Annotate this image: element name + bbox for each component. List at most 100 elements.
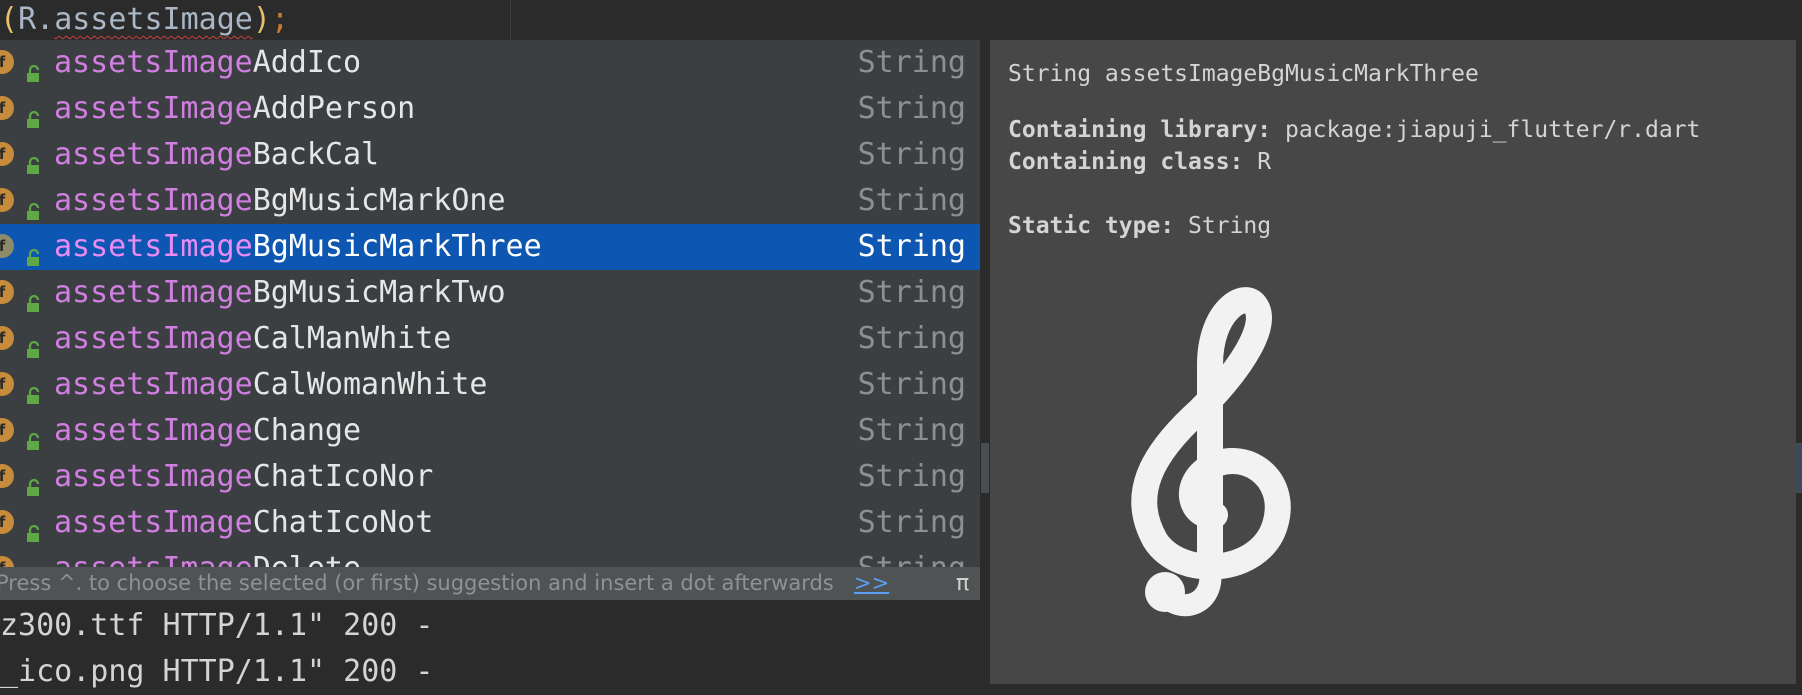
field-icon: f: [0, 464, 14, 488]
completion-item-type: String: [857, 321, 966, 356]
completion-match-part: assetsImage: [54, 459, 253, 494]
completion-item[interactable]: f assetsImageAddPerson String: [0, 86, 980, 132]
documentation-popup: String assetsImageBgMusicMarkThree Conta…: [990, 40, 1796, 684]
completion-item[interactable]: f assetsImageChatIcoNot String: [0, 500, 980, 546]
completion-match-part: assetsImage: [54, 45, 253, 80]
completion-item-type: String: [857, 413, 966, 448]
completion-item-label: assetsImageAddPerson: [54, 86, 415, 132]
completion-rest-part: BgMusicMarkThree: [252, 229, 542, 264]
public-visibility-icon: [24, 190, 44, 220]
doc-static-type-value: String: [1188, 213, 1272, 239]
completion-item-type: String: [858, 546, 966, 567]
completion-item-type: String: [857, 367, 966, 402]
doc-library-value: package:jiapuji_flutter/r.dart: [1284, 117, 1701, 143]
dot: .: [36, 2, 55, 37]
public-visibility-icon: [24, 558, 44, 567]
field-icon: f: [0, 326, 14, 350]
doc-class-value: R: [1257, 149, 1272, 175]
public-visibility-icon: [24, 236, 44, 266]
field-icon: f: [0, 96, 14, 120]
completion-match-part: assetsImage: [54, 229, 253, 264]
field-icon: f: [0, 234, 14, 258]
completion-item-type: String: [857, 505, 966, 540]
completion-item-label: assetsImageChange: [54, 408, 361, 454]
completion-item-label: assetsImageCalWomanWhite: [54, 362, 488, 408]
doc-library-label: Containing library:: [1008, 117, 1272, 143]
completion-match-part: assetsImage: [54, 505, 253, 540]
doc-static-type-label: Static type:: [1008, 213, 1175, 239]
completion-list[interactable]: f assetsImageAddIco String f assetsImageAddP…: [0, 40, 980, 567]
field-icon: f: [0, 418, 14, 442]
completion-item-label: assetsImageBackCal: [54, 132, 379, 178]
public-visibility-icon: [24, 374, 44, 404]
completion-item[interactable]: f assetsImageBackCal String: [0, 132, 980, 178]
completion-rest-part: Change: [252, 413, 362, 448]
field-icon: f: [0, 556, 14, 567]
public-visibility-icon: [24, 328, 44, 358]
completion-rest-part: AddIco: [252, 45, 362, 80]
public-visibility-icon: [24, 52, 44, 82]
treble-clef-icon: [1131, 287, 1291, 617]
completion-match-part: assetsImage: [54, 413, 253, 448]
doc-static-type: Static type: String: [1008, 210, 1271, 242]
completion-rest-part: AddPerson: [252, 91, 416, 126]
completion-match-part: assetsImage: [54, 551, 253, 567]
completion-rest-part: ChatIcoNor: [252, 459, 434, 494]
completion-item[interactable]: f assetsImageBgMusicMarkTwo String: [0, 270, 980, 316]
console-line-2: _ico.png HTTP/1.1" 200 -: [0, 654, 434, 689]
right-margin-guide: [510, 0, 511, 40]
completion-popup[interactable]: f assetsImageAddIco String f assetsImageAddP…: [0, 40, 980, 600]
completion-hint-bar: Press ^. to choose the selected (or firs…: [0, 567, 980, 600]
completion-rest-part: Delete: [253, 551, 361, 567]
completion-item-label: assetsImageBgMusicMarkOne: [54, 178, 506, 224]
doc-class: Containing class: R: [1008, 146, 1271, 178]
completion-item-type: String: [857, 91, 966, 126]
doc-scroll-indicator: [1796, 443, 1802, 493]
completion-item-type: String: [857, 45, 966, 80]
field-icon: f: [0, 50, 14, 74]
public-visibility-icon: [24, 466, 44, 496]
completion-rest-part: BgMusicMarkTwo: [252, 275, 506, 310]
class-name: R: [18, 2, 37, 37]
public-visibility-icon: [24, 512, 44, 542]
completion-match-part: assetsImage: [54, 275, 253, 310]
completion-item[interactable]: f assetsImageChange String: [0, 408, 980, 454]
completion-item[interactable]: f assetsImageCalWomanWhite String: [0, 362, 980, 408]
completion-item-type: String: [857, 137, 966, 172]
completion-item[interactable]: f assetsImageBgMusicMarkThree String: [0, 224, 980, 270]
completion-item-label: assetsImageCalManWhite: [54, 316, 451, 362]
public-visibility-icon: [24, 420, 44, 450]
completion-item-label: assetsImageChatIcoNot: [54, 500, 433, 546]
completion-item-label: assetsImageBgMusicMarkTwo: [54, 270, 506, 316]
completion-item[interactable]: f assetsImageAddIco String: [0, 40, 980, 86]
completion-item-label: assetsImageDelete: [54, 546, 361, 567]
field-icon: f: [0, 142, 14, 166]
field-icon: f: [0, 510, 14, 534]
completion-item-type: String: [857, 229, 966, 264]
completion-item-type: String: [857, 275, 966, 310]
field-icon: f: [0, 188, 14, 212]
pi-icon[interactable]: π: [956, 567, 969, 600]
completion-match-part: assetsImage: [54, 183, 253, 218]
doc-signature: String assetsImageBgMusicMarkThree: [1008, 61, 1479, 87]
completion-rest-part: BgMusicMarkOne: [252, 183, 506, 218]
completion-match-part: assetsImage: [54, 367, 253, 402]
popup-scrollbar[interactable]: [981, 443, 989, 493]
field-icon: f: [0, 372, 14, 396]
completion-item-label: assetsImageChatIcoNor: [54, 454, 433, 500]
completion-item-type: String: [857, 459, 966, 494]
completion-item[interactable]: f assetsImageChatIcoNor String: [0, 454, 980, 500]
completion-rest-part: CalWomanWhite: [252, 367, 488, 402]
completion-item[interactable]: f assetsImageBgMusicMarkOne String: [0, 178, 980, 224]
completion-item-label: assetsImageBgMusicMarkThree: [54, 224, 542, 270]
editor-code-line[interactable]: (R.assetsImage);: [0, 0, 1802, 40]
completion-item[interactable]: f assetsImageCalManWhite String: [0, 316, 980, 362]
public-visibility-icon: [24, 98, 44, 128]
completion-item-type: String: [857, 183, 966, 218]
hint-more-link[interactable]: >>: [854, 567, 889, 600]
public-visibility-icon: [24, 144, 44, 174]
completion-match-part: assetsImage: [54, 137, 253, 172]
completion-rest-part: BackCal: [252, 137, 380, 172]
completion-item[interactable]: f assetsImageDelete String: [0, 546, 980, 567]
field-icon: f: [0, 280, 14, 304]
